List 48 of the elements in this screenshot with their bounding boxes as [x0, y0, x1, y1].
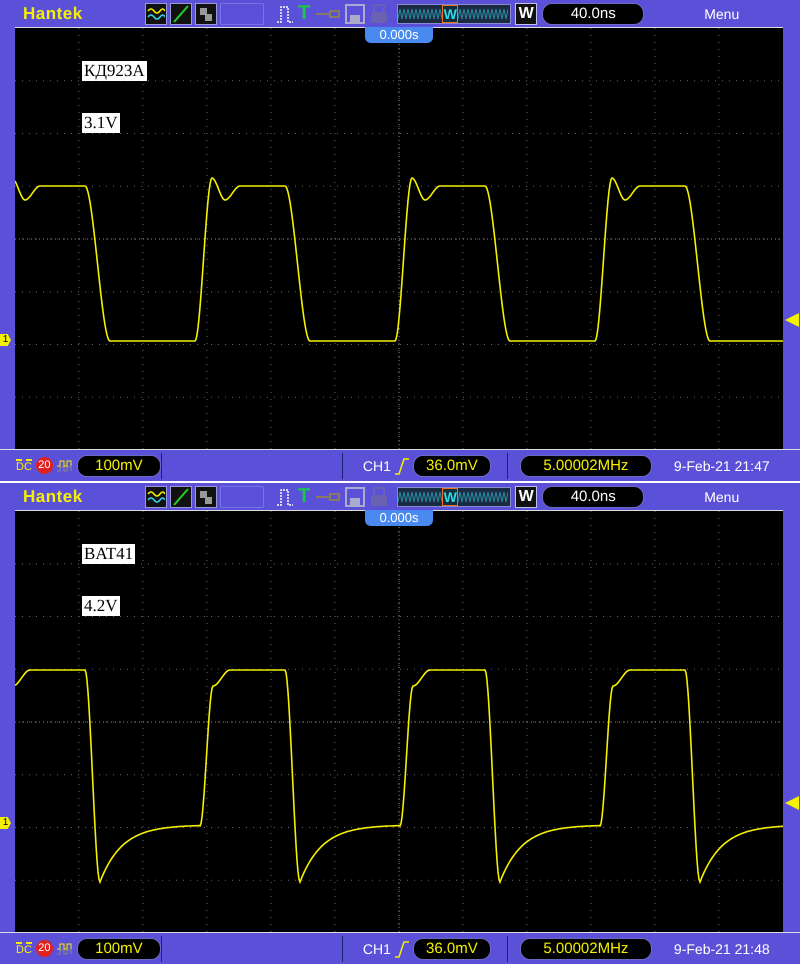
frequency-readout: 5.00002MHz — [520, 938, 652, 960]
waveform-icon[interactable] — [145, 486, 167, 508]
trigger-level: 36.0mV — [412, 454, 491, 476]
frequency-readout: 5.00002MHz — [520, 454, 652, 476]
date-time: 9-Feb-21 21:47 — [674, 458, 770, 474]
square-wave-icon — [56, 458, 73, 472]
zoom-key[interactable]: W — [515, 486, 538, 508]
window-marker: W — [442, 4, 458, 22]
rising-edge-icon — [394, 456, 410, 474]
trigger-level: 36.0mV — [412, 938, 491, 960]
channel-marker: 1 — [0, 334, 11, 346]
rising-edge-icon — [394, 940, 410, 958]
timebase-readout: 40.0ns — [542, 2, 644, 24]
trigger-level-arrow — [785, 796, 799, 810]
bandwidth-limit: 20 — [36, 940, 53, 957]
annotation-label: 3.1V — [82, 113, 120, 133]
window-marker: W — [442, 488, 458, 506]
trigger-position: 0.000s — [365, 27, 433, 43]
square-wave-icon — [56, 942, 73, 956]
date-time: 9-Feb-21 21:48 — [674, 940, 770, 956]
pulse-icon[interactable] — [276, 4, 294, 22]
menu-button[interactable]: Menu — [704, 488, 740, 504]
volts-per-div: 100mV — [76, 454, 161, 476]
trigger-source: CH1 — [362, 940, 391, 956]
pulse-icon[interactable] — [276, 488, 294, 506]
bandwidth-limit: 20 — [36, 457, 53, 474]
trigger-level-arrow — [785, 313, 799, 327]
menu-button[interactable]: Menu — [704, 6, 740, 22]
timebase-readout: 40.0ns — [542, 486, 644, 508]
coupling-label: DC — [16, 942, 32, 956]
volts-per-div: 100mV — [76, 938, 161, 960]
trigger-position: 0.000s — [365, 510, 433, 526]
waveform-icon[interactable] — [145, 2, 167, 24]
trigger-source: CH1 — [362, 458, 391, 474]
save-icon[interactable] — [344, 486, 366, 508]
ramp-icon[interactable] — [170, 486, 192, 508]
brand-logo: Hantek — [23, 4, 84, 24]
annotation-label: BAT41 — [82, 544, 136, 564]
persistence-icon[interactable] — [195, 486, 217, 508]
save-icon[interactable] — [344, 2, 366, 24]
ramp-icon[interactable] — [170, 2, 192, 24]
persistence-icon[interactable] — [195, 2, 217, 24]
zoom-key[interactable]: W — [515, 2, 538, 24]
coupling-label: DC — [16, 458, 32, 472]
channel-marker: 1 — [0, 817, 11, 829]
brand-logo: Hantek — [23, 486, 84, 506]
annotation-label: 4.2V — [82, 596, 120, 616]
annotation-label: КД923А — [82, 61, 147, 81]
